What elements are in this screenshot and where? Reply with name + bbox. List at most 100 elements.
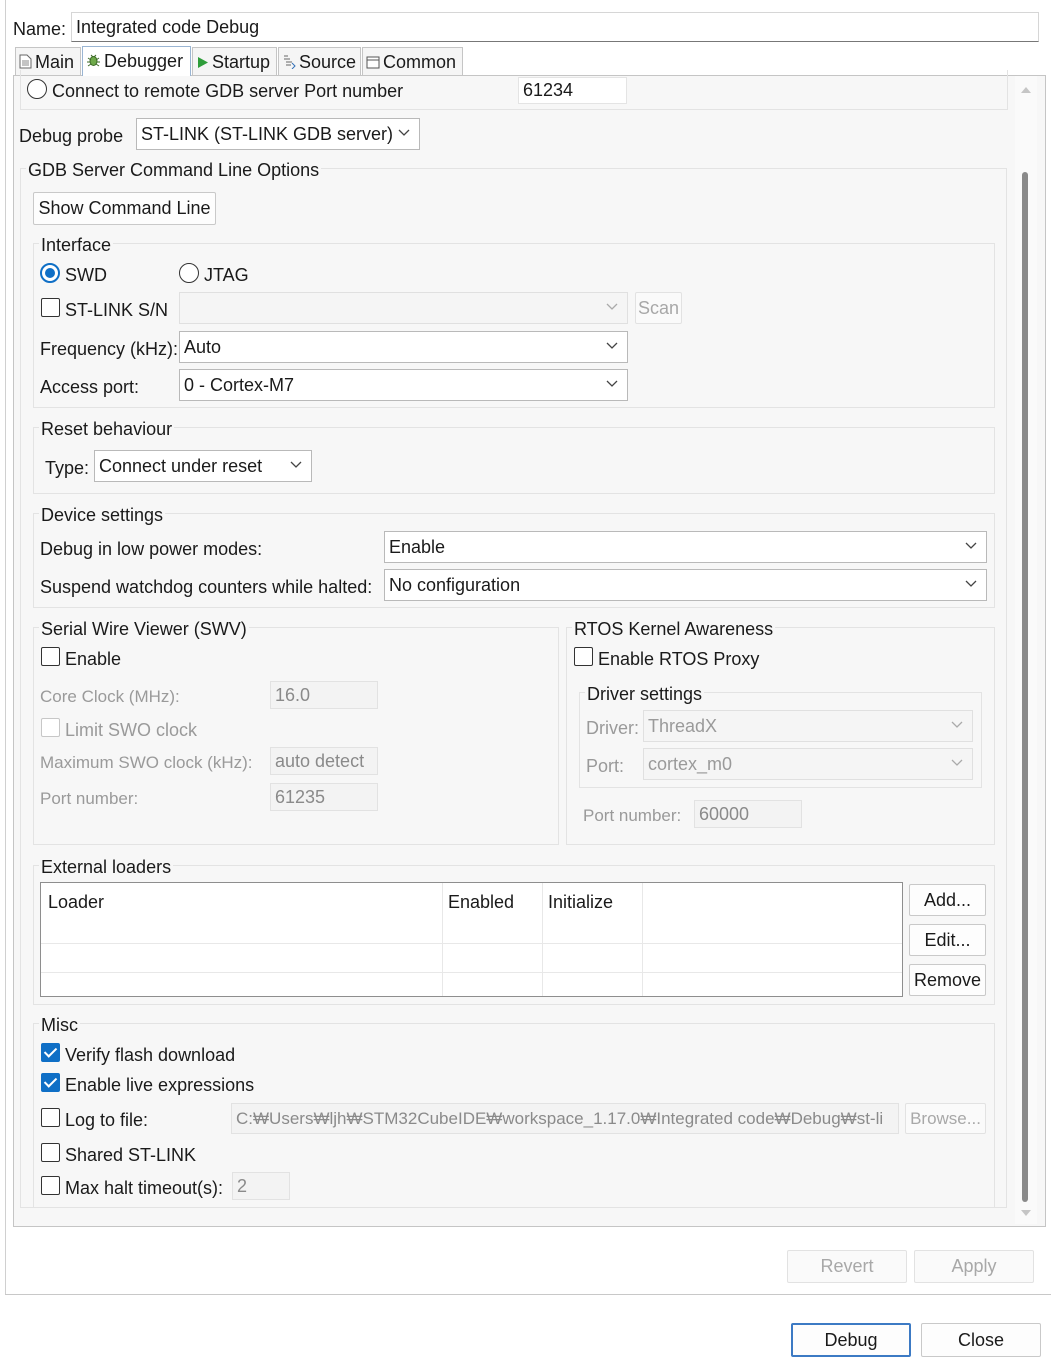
show-command-line-button[interactable]: Show Command Line xyxy=(33,192,216,225)
frequency-select[interactable]: Auto xyxy=(179,331,628,363)
max-swo-input[interactable]: auto detect xyxy=(270,747,378,775)
rtos-title: RTOS Kernel Awareness xyxy=(572,618,776,640)
tab-common-label: Common xyxy=(383,52,457,72)
scrollbar-thumb[interactable] xyxy=(1022,172,1028,1202)
revert-button[interactable]: Revert xyxy=(787,1250,907,1283)
reset-type-value: Connect under reset xyxy=(99,456,263,476)
log-to-file-checkbox[interactable] xyxy=(41,1108,60,1127)
low-power-select[interactable]: Enable xyxy=(384,531,987,563)
stlink-sn-checkbox[interactable] xyxy=(41,298,60,317)
reset-type-select[interactable]: Connect under reset xyxy=(94,450,312,482)
rtos-port-number-label: Port number: xyxy=(583,806,682,825)
jtag-radio[interactable] xyxy=(179,263,199,283)
access-port-select[interactable]: 0 - Cortex-M7 xyxy=(179,369,628,401)
browse-button[interactable]: Browse... xyxy=(905,1103,986,1134)
debug-button[interactable]: Debug xyxy=(791,1323,911,1357)
apply-button[interactable]: Apply xyxy=(914,1250,1034,1283)
core-clock-input[interactable]: 16.0 xyxy=(270,681,378,709)
edit-loader-button[interactable]: Edit... xyxy=(909,924,986,956)
row-divider xyxy=(41,972,902,973)
live-expressions-label: Enable live expressions xyxy=(65,1075,255,1095)
interface-title: Interface xyxy=(39,234,114,256)
watchdog-select[interactable]: No configuration xyxy=(384,569,987,601)
swv-port-input[interactable]: 61235 xyxy=(270,783,378,811)
name-input[interactable]: Integrated code Debug xyxy=(71,12,1039,42)
chevron-down-icon xyxy=(951,721,963,728)
rtos-enable-label: Enable RTOS Proxy xyxy=(598,649,760,669)
rtos-port-label: Port: xyxy=(586,756,625,776)
verify-flash-checkbox[interactable] xyxy=(41,1043,60,1062)
shared-stlink-label: Shared ST-LINK xyxy=(65,1145,197,1165)
verify-flash-label: Verify flash download xyxy=(65,1045,236,1065)
rtos-port-number-input[interactable]: 60000 xyxy=(694,800,802,828)
max-halt-checkbox[interactable] xyxy=(41,1176,60,1195)
limit-swo-checkbox[interactable] xyxy=(41,718,60,737)
log-to-file-label: Log to file: xyxy=(65,1110,149,1130)
jtag-label: JTAG xyxy=(204,265,249,285)
stlink-sn-select[interactable] xyxy=(179,292,628,324)
loaders-col-loader[interactable]: Loader xyxy=(48,891,104,913)
gdb-server-title: GDB Server Command Line Options xyxy=(26,159,322,181)
scan-button[interactable]: Scan xyxy=(635,292,682,324)
scroll-up-icon[interactable] xyxy=(1020,85,1032,95)
max-halt-input[interactable]: 2 xyxy=(232,1172,290,1200)
rtos-port-value: cortex_m0 xyxy=(648,754,733,774)
probe-label: Debug probe xyxy=(19,126,124,146)
chevron-down-icon xyxy=(290,461,302,468)
probe-value: ST-LINK (ST-LINK GDB server) xyxy=(141,124,394,144)
frequency-label: Frequency (kHz): xyxy=(40,339,179,359)
swd-label: SWD xyxy=(65,265,107,285)
tab-source-label: Source xyxy=(299,52,357,72)
swd-radio[interactable] xyxy=(40,263,60,283)
stlink-sn-label: ST-LINK S/N xyxy=(65,300,169,320)
rtos-port-select[interactable]: cortex_m0 xyxy=(643,748,973,780)
chevron-down-icon xyxy=(965,542,977,549)
loaders-table[interactable]: Loader Enabled Initialize xyxy=(40,882,903,997)
scroll-down-icon[interactable] xyxy=(1020,1208,1032,1218)
misc-title: Misc xyxy=(39,1014,80,1036)
tab-debugger-label: Debugger xyxy=(104,51,184,71)
core-clock-label: Core Clock (MHz): xyxy=(40,687,180,706)
shared-stlink-checkbox[interactable] xyxy=(41,1143,60,1162)
low-power-value: Enable xyxy=(389,537,446,557)
chevron-down-icon xyxy=(398,129,410,136)
chevron-down-icon xyxy=(606,303,618,310)
tab-main-label: Main xyxy=(35,52,75,72)
external-loaders-title: External loaders xyxy=(39,856,174,878)
name-label: Name: xyxy=(13,19,67,39)
remote-port-input[interactable]: 61234 xyxy=(518,77,627,104)
access-port-label: Access port: xyxy=(40,377,140,397)
swv-title: Serial Wire Viewer (SWV) xyxy=(39,618,249,640)
dialog-left-border xyxy=(5,0,6,1295)
remote-label: Connect to remote GDB server Port number xyxy=(52,81,404,101)
live-expressions-checkbox[interactable] xyxy=(41,1073,60,1092)
probe-select[interactable]: ST-LINK (ST-LINK GDB server) xyxy=(136,118,420,150)
column-divider xyxy=(542,883,543,996)
driver-label: Driver: xyxy=(586,718,639,738)
max-swo-label: Maximum SWO clock (kHz): xyxy=(40,753,253,772)
reset-title: Reset behaviour xyxy=(39,418,175,440)
remote-radio[interactable] xyxy=(27,79,47,99)
watchdog-label: Suspend watchdog counters while halted: xyxy=(40,577,373,597)
column-divider xyxy=(442,883,443,996)
low-power-label: Debug in low power modes: xyxy=(40,539,263,559)
add-loader-button[interactable]: Add... xyxy=(909,884,986,916)
driver-value: ThreadX xyxy=(648,716,718,736)
rtos-enable-checkbox[interactable] xyxy=(574,647,593,666)
swv-enable-label: Enable xyxy=(65,649,122,669)
remove-loader-button[interactable]: Remove xyxy=(909,964,986,996)
driver-settings-title: Driver settings xyxy=(585,683,705,705)
loaders-col-initialize[interactable]: Initialize xyxy=(548,891,613,913)
swv-enable-checkbox[interactable] xyxy=(41,647,60,666)
log-file-path-input[interactable]: C:₩Users₩ljh₩STM32CubeIDE₩workspace_1.17… xyxy=(231,1103,899,1134)
chevron-down-icon xyxy=(951,759,963,766)
column-divider xyxy=(642,883,643,996)
loaders-col-enabled[interactable]: Enabled xyxy=(448,891,514,913)
device-title: Device settings xyxy=(39,504,166,526)
chevron-down-icon xyxy=(606,342,618,349)
chevron-down-icon xyxy=(965,580,977,587)
vertical-scrollbar[interactable] xyxy=(1015,76,1037,1224)
driver-select[interactable]: ThreadX xyxy=(643,710,973,742)
close-button[interactable]: Close xyxy=(921,1323,1041,1357)
swv-port-label: Port number: xyxy=(40,789,139,808)
